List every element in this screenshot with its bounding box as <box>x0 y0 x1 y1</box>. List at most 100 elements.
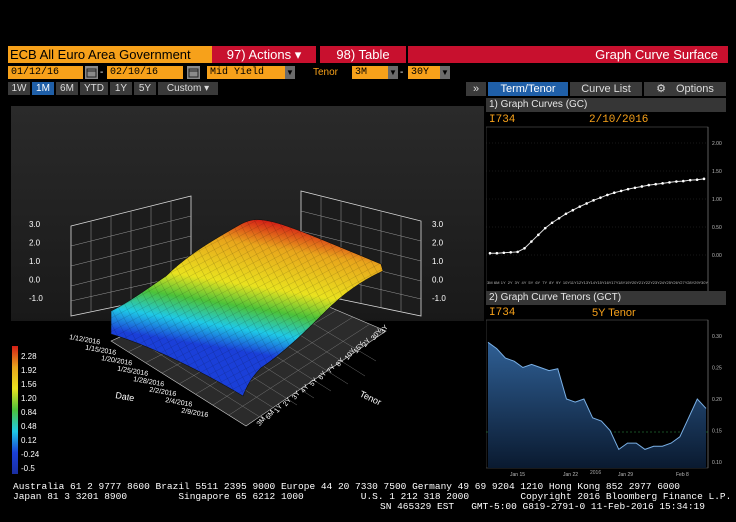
surface-panel[interactable]: 3.0 2.0 1.0 0.0 -1.0 3.0 2.0 1.0 0.0 -1.0 1/12/2… <box>11 106 484 476</box>
end-date-field[interactable]: 02/10/16 <box>107 66 183 79</box>
z-tick-label: 1.0 <box>29 257 41 266</box>
actions-button[interactable]: 97) Actions ▾ <box>212 46 316 63</box>
gc-point <box>654 182 657 186</box>
panel-graph-curves-header: 1) Graph Curves (GC) <box>486 98 726 112</box>
options-button[interactable]: ⚙ Options <box>644 82 726 96</box>
gc-point <box>564 212 568 216</box>
gc-point <box>509 251 513 254</box>
gc-point <box>495 251 499 255</box>
gct-curve-id: I734 <box>489 307 516 319</box>
z-tick-label: -1.0 <box>29 294 43 303</box>
period-button[interactable]: 1W <box>8 82 30 95</box>
tab-curve-list[interactable]: Curve List <box>570 82 642 96</box>
gear-icon: ⚙ <box>656 83 666 95</box>
z-tick-label: 1.0 <box>432 257 444 266</box>
gc-point <box>626 187 630 191</box>
field-select[interactable]: Mid Yield <box>207 66 285 79</box>
calendar-icon[interactable] <box>187 66 200 79</box>
period-button[interactable]: 1Y <box>110 82 132 95</box>
gc-point <box>543 226 547 230</box>
chevron-down-icon[interactable]: ▼ <box>440 66 450 79</box>
period-button[interactable]: 5Y <box>134 82 156 95</box>
gc-point <box>585 202 588 205</box>
gct-y-tick-label: 0.30 <box>712 334 722 340</box>
gc-point <box>619 189 623 193</box>
gc-x-tick-label: 2Y <box>508 280 513 285</box>
gct-x-tick-label: Jan 29 <box>618 472 633 478</box>
gc-point <box>578 205 582 208</box>
gc-point <box>488 251 492 255</box>
gc-x-tick-label: 3M <box>487 280 493 285</box>
period-button[interactable]: Custom ▾ <box>158 82 218 95</box>
tenor-to-select[interactable]: 30Y <box>408 66 440 79</box>
gct-x-tick-label: Jan 22 <box>563 472 578 478</box>
gc-point <box>537 233 540 237</box>
gc-y-tick-label: 0.00 <box>712 253 722 259</box>
gc-point <box>557 216 561 220</box>
gc-point <box>571 208 575 212</box>
period-button[interactable]: 1M <box>32 82 54 95</box>
gc-x-tick-label: 6Y <box>535 280 540 285</box>
period-selector: 1W 1M 6M YTD 1Y 5Y Custom ▾ <box>8 82 218 96</box>
gc-point <box>599 196 602 199</box>
gc-x-tick-label: 6M <box>494 280 500 285</box>
start-date-field[interactable]: 01/12/16 <box>8 66 83 79</box>
curve-tenors-panel[interactable]: 0.30 0.25 0.20 0.15 0.10 Jan 15 Jan 22 Jan 29 F… <box>486 306 726 478</box>
tenor-separator: - <box>400 67 404 78</box>
legend-value: 1.20 <box>21 394 37 403</box>
legend-value: -0.5 <box>21 464 35 473</box>
graph-curves-panel[interactable]: 2.00 1.50 1.00 0.50 0.00 3M 6M 1Y 2Y 3Y 4Y 5Y 6Y 7Y 8… <box>486 113 726 292</box>
gct-y-tick-label: 0.20 <box>712 397 722 403</box>
tenor-from-select[interactable]: 3M <box>352 66 388 79</box>
gc-point <box>516 250 519 254</box>
gc-point <box>633 186 637 190</box>
collapse-icon[interactable]: » <box>466 82 486 96</box>
gc-point <box>675 180 678 183</box>
gc-x-tick-label: 1Y <box>501 280 506 285</box>
period-button[interactable]: 6M <box>56 82 78 95</box>
gct-y-tick-label: 0.10 <box>712 460 722 466</box>
tenor-label: Tenor <box>313 67 339 78</box>
z-tick-label: 2.0 <box>432 239 444 248</box>
panel-curve-tenors-header: 2) Graph Curve Tenors (GCT) <box>486 291 726 305</box>
chevron-down-icon[interactable]: ▼ <box>388 66 398 79</box>
gc-plot-area <box>486 126 709 292</box>
z-tick-label: 2.0 <box>29 239 41 248</box>
gc-point <box>606 193 609 197</box>
z-tick-label: 0.0 <box>432 276 444 285</box>
gc-point <box>668 181 671 184</box>
gc-x-tick-label: 4Y <box>522 280 527 285</box>
z-tick-label: 3.0 <box>29 220 41 229</box>
gc-point <box>661 182 664 185</box>
gc-point <box>647 183 651 187</box>
gct-x-tick-label: Feb 8 <box>676 472 689 478</box>
gc-curve-id: I734 <box>489 114 516 126</box>
gc-y-tick-label: 2.00 <box>712 141 722 147</box>
period-button[interactable]: YTD <box>80 82 108 95</box>
gct-y-ticks: 0.30 0.25 0.20 0.15 0.10 <box>712 334 722 466</box>
gc-point <box>688 178 692 182</box>
gct-year-label: 2016 <box>590 470 602 476</box>
table-button[interactable]: 98) Table <box>320 46 406 63</box>
tab-term-tenor[interactable]: Term/Tenor <box>488 82 568 96</box>
legend-value: 0.48 <box>21 422 37 431</box>
gct-tenor-label: 5Y Tenor <box>592 307 636 319</box>
gc-y-tick-label: 0.50 <box>712 225 722 231</box>
gc-x-tick-label: 3Y <box>515 280 520 285</box>
gc-point <box>612 191 616 195</box>
legend-value: 1.92 <box>21 366 37 375</box>
gct-y-tick-label: 0.25 <box>712 366 722 372</box>
gc-date: 2/10/2016 <box>589 114 649 126</box>
calendar-icon[interactable] <box>85 66 98 79</box>
z-tick-label: 0.0 <box>29 276 41 285</box>
legend-value: 0.84 <box>21 408 37 417</box>
date-separator: - <box>100 67 104 78</box>
chevron-down-icon[interactable]: ▼ <box>285 66 295 79</box>
color-legend-bar <box>12 346 18 474</box>
gc-x-tick-label: 7Y <box>542 280 547 285</box>
gc-y-tick-label: 1.00 <box>712 197 722 203</box>
gct-y-tick-label: 0.15 <box>712 429 722 435</box>
security-field[interactable]: ECB All Euro Area Government <box>8 46 212 63</box>
gc-point <box>530 240 533 243</box>
footer-session: SN 465329 EST GMT-5:00 G819-2791-0 11-Fe… <box>380 501 705 512</box>
